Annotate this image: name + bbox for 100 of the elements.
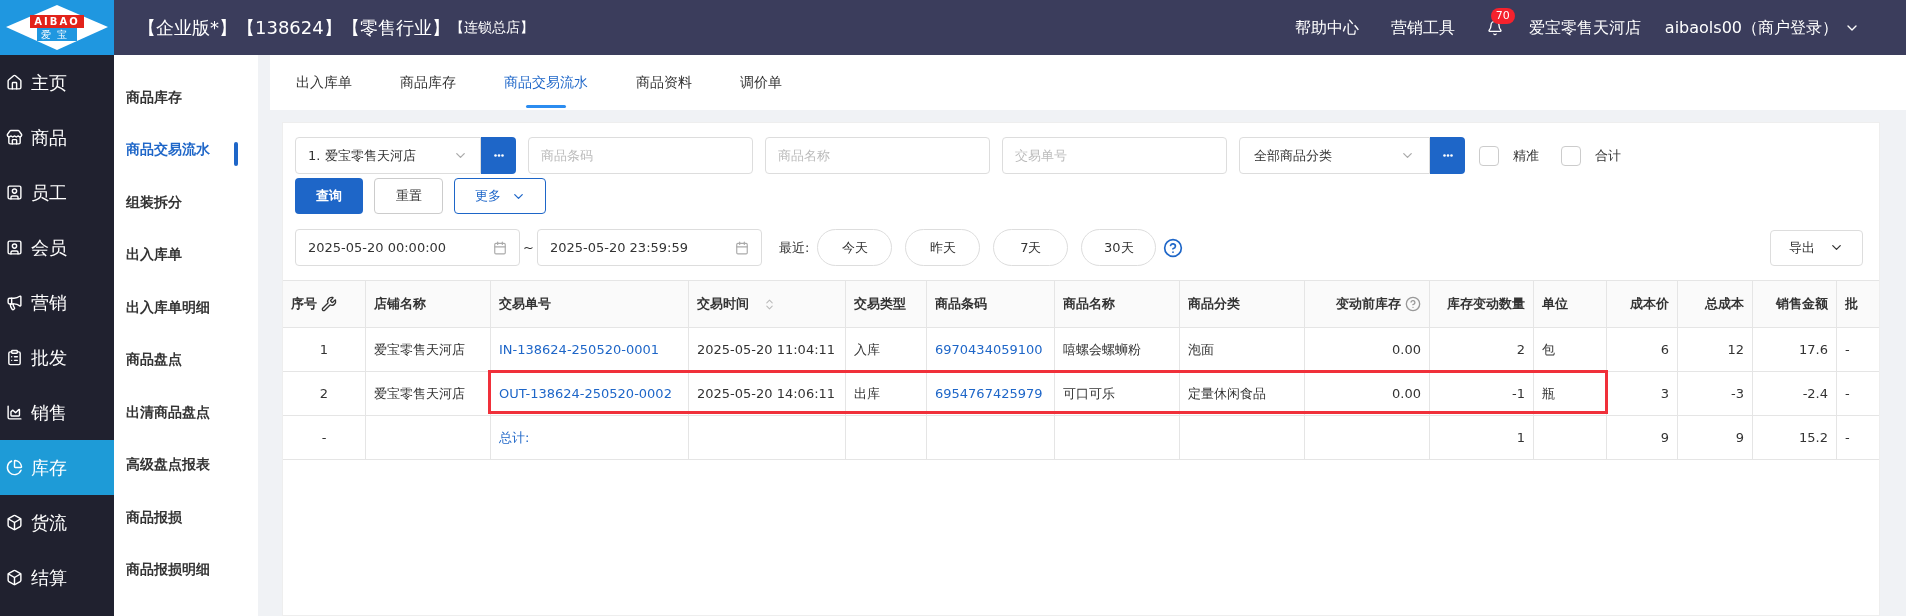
tab[interactable]: 出入库单 <box>296 55 352 110</box>
sidebar-item[interactable]: 会员 <box>0 220 114 275</box>
table-cell: 9 <box>1678 416 1753 459</box>
tab[interactable]: 调价单 <box>740 55 782 110</box>
help-icon[interactable] <box>1405 296 1421 312</box>
reset-button[interactable]: 重置 <box>374 178 443 214</box>
sidebar-item[interactable]: 员工 <box>0 165 114 220</box>
nav-icon <box>6 129 23 146</box>
table-cell: 泡面 <box>1180 328 1305 371</box>
table-cell: - <box>1837 372 1879 415</box>
recent-label: 最近: <box>778 238 810 257</box>
submenu-item[interactable]: 商品报损明细 <box>114 543 258 596</box>
table-cell[interactable]: IN-138624-250520-0001 <box>491 328 689 371</box>
nav-icon <box>6 74 23 91</box>
tab[interactable]: 商品资料 <box>636 55 692 110</box>
checkbox[interactable] <box>1479 145 1499 166</box>
tab[interactable]: 商品库存 <box>400 55 456 110</box>
submenu-item[interactable]: 组装拆分 <box>114 176 258 229</box>
nav-icon <box>6 349 23 366</box>
bell-icon[interactable] <box>1486 19 1503 36</box>
table-cell: 0.00 <box>1305 372 1430 415</box>
column-header: 交易单号 <box>491 281 689 327</box>
submenu-item[interactable]: 商品库存 <box>114 71 258 124</box>
submenu-item[interactable]: 出入库单明细 <box>114 281 258 334</box>
header-title: 【企业版*】【138624】【零售行业】 <box>138 16 450 40</box>
sidebar-item[interactable]: 货流 <box>0 495 114 550</box>
wrench-icon[interactable] <box>321 296 337 312</box>
nav-icon <box>6 569 23 586</box>
submenu-item[interactable]: 高级盘点报表 <box>114 438 258 491</box>
sidebar-item[interactable]: 营销 <box>0 275 114 330</box>
calendar-icon <box>493 240 507 255</box>
notification-badge: 70 <box>1490 7 1515 24</box>
table-cell: 2025-05-20 11:04:11 <box>689 328 846 371</box>
checkbox-label: 精准 <box>1513 146 1539 165</box>
table-cell: 2 <box>283 372 366 415</box>
store-select[interactable]: 1. 爱宝零售天河店 <box>295 137 481 174</box>
table-cell: 2 <box>1430 328 1534 371</box>
calendar-icon <box>734 240 749 255</box>
column-header: 序号 <box>283 281 366 327</box>
search-field[interactable]: 商品条码 <box>528 137 753 174</box>
table-cell: 1 <box>283 328 366 371</box>
export-button[interactable]: 导出 <box>1770 229 1863 266</box>
submenu-item[interactable]: 商品报损 <box>114 491 258 544</box>
nav-icon <box>6 239 23 256</box>
column-header: 商品分类 <box>1180 281 1305 327</box>
column-header: 总成本 <box>1678 281 1753 327</box>
sort-icon[interactable] <box>763 297 776 311</box>
sidebar-item[interactable]: 销售 <box>0 385 114 440</box>
sidebar-item[interactable]: 结算 <box>0 550 114 605</box>
table-cell[interactable]: OUT-138624-250520-0002 <box>491 372 689 415</box>
date-field[interactable]: 2025-05-20 00:00:00 <box>295 229 520 266</box>
date-field[interactable]: 2025-05-20 23:59:59 <box>536 229 762 266</box>
store-name[interactable]: 爱宝零售天河店 <box>1528 15 1641 40</box>
date-separator: ~ <box>523 238 534 257</box>
checkbox[interactable] <box>1561 145 1581 166</box>
table-cell: 入库 <box>846 328 927 371</box>
nav-icon <box>6 459 23 476</box>
table-cell[interactable]: 总计: <box>491 416 689 459</box>
table-cell: 爱宝零售天河店 <box>366 372 491 415</box>
user-name[interactable]: aibaols00（商户登录） <box>1664 15 1838 40</box>
submenu-item[interactable]: 商品盘点 <box>114 333 258 386</box>
submenu-item[interactable]: 商品交易流水 <box>114 123 258 176</box>
table-cell: 0.00 <box>1305 328 1430 371</box>
table-cell[interactable]: 6970434059100 <box>927 328 1055 371</box>
header-link[interactable]: 营销工具 <box>1390 15 1455 40</box>
table-cell: 定量休闲食品 <box>1180 372 1305 415</box>
table-cell: 3 <box>1607 372 1678 415</box>
column-header: 商品条码 <box>927 281 1055 327</box>
column-header: 交易类型 <box>846 281 927 327</box>
help-icon[interactable] <box>1163 237 1184 258</box>
nav-icon <box>6 294 23 311</box>
query-button[interactable]: 查询 <box>295 178 363 214</box>
more-options-button[interactable] <box>481 137 516 174</box>
category-select[interactable]: 全部商品分类 <box>1239 137 1430 174</box>
submenu-item[interactable]: 出清商品盘点 <box>114 386 258 439</box>
table-cell: 1 <box>1430 416 1534 459</box>
search-field[interactable]: 交易单号 <box>1002 137 1227 174</box>
table-cell: -2.4 <box>1753 372 1837 415</box>
more-options-button[interactable] <box>1430 137 1465 174</box>
column-header: 交易时间 <box>689 281 846 327</box>
checkbox-label: 合计 <box>1595 146 1621 165</box>
table-cell: 2025-05-20 14:06:11 <box>689 372 846 415</box>
table-cell: -1 <box>1430 372 1534 415</box>
sidebar-item[interactable]: 主页 <box>0 55 114 110</box>
more-button[interactable]: 更多 <box>454 178 546 214</box>
table-cell: 可口可乐 <box>1055 372 1180 415</box>
table-cell: 爱宝零售天河店 <box>366 328 491 371</box>
header-link[interactable]: 帮助中心 <box>1294 15 1359 40</box>
column-header: 库存变动数量 <box>1430 281 1534 327</box>
table-cell: - <box>1837 416 1879 459</box>
sidebar-item[interactable]: 批发 <box>0 330 114 385</box>
search-field[interactable]: 商品名称 <box>765 137 990 174</box>
sidebar-item[interactable]: 商品 <box>0 110 114 165</box>
column-header: 变动前库存 <box>1305 281 1430 327</box>
table-cell[interactable]: 6954767425979 <box>927 372 1055 415</box>
table-cell: 17.6 <box>1753 328 1837 371</box>
column-header: 成本价 <box>1607 281 1678 327</box>
submenu-item[interactable]: 出入库单 <box>114 228 258 281</box>
tab[interactable]: 商品交易流水 <box>504 55 588 110</box>
nav-icon <box>6 184 23 201</box>
